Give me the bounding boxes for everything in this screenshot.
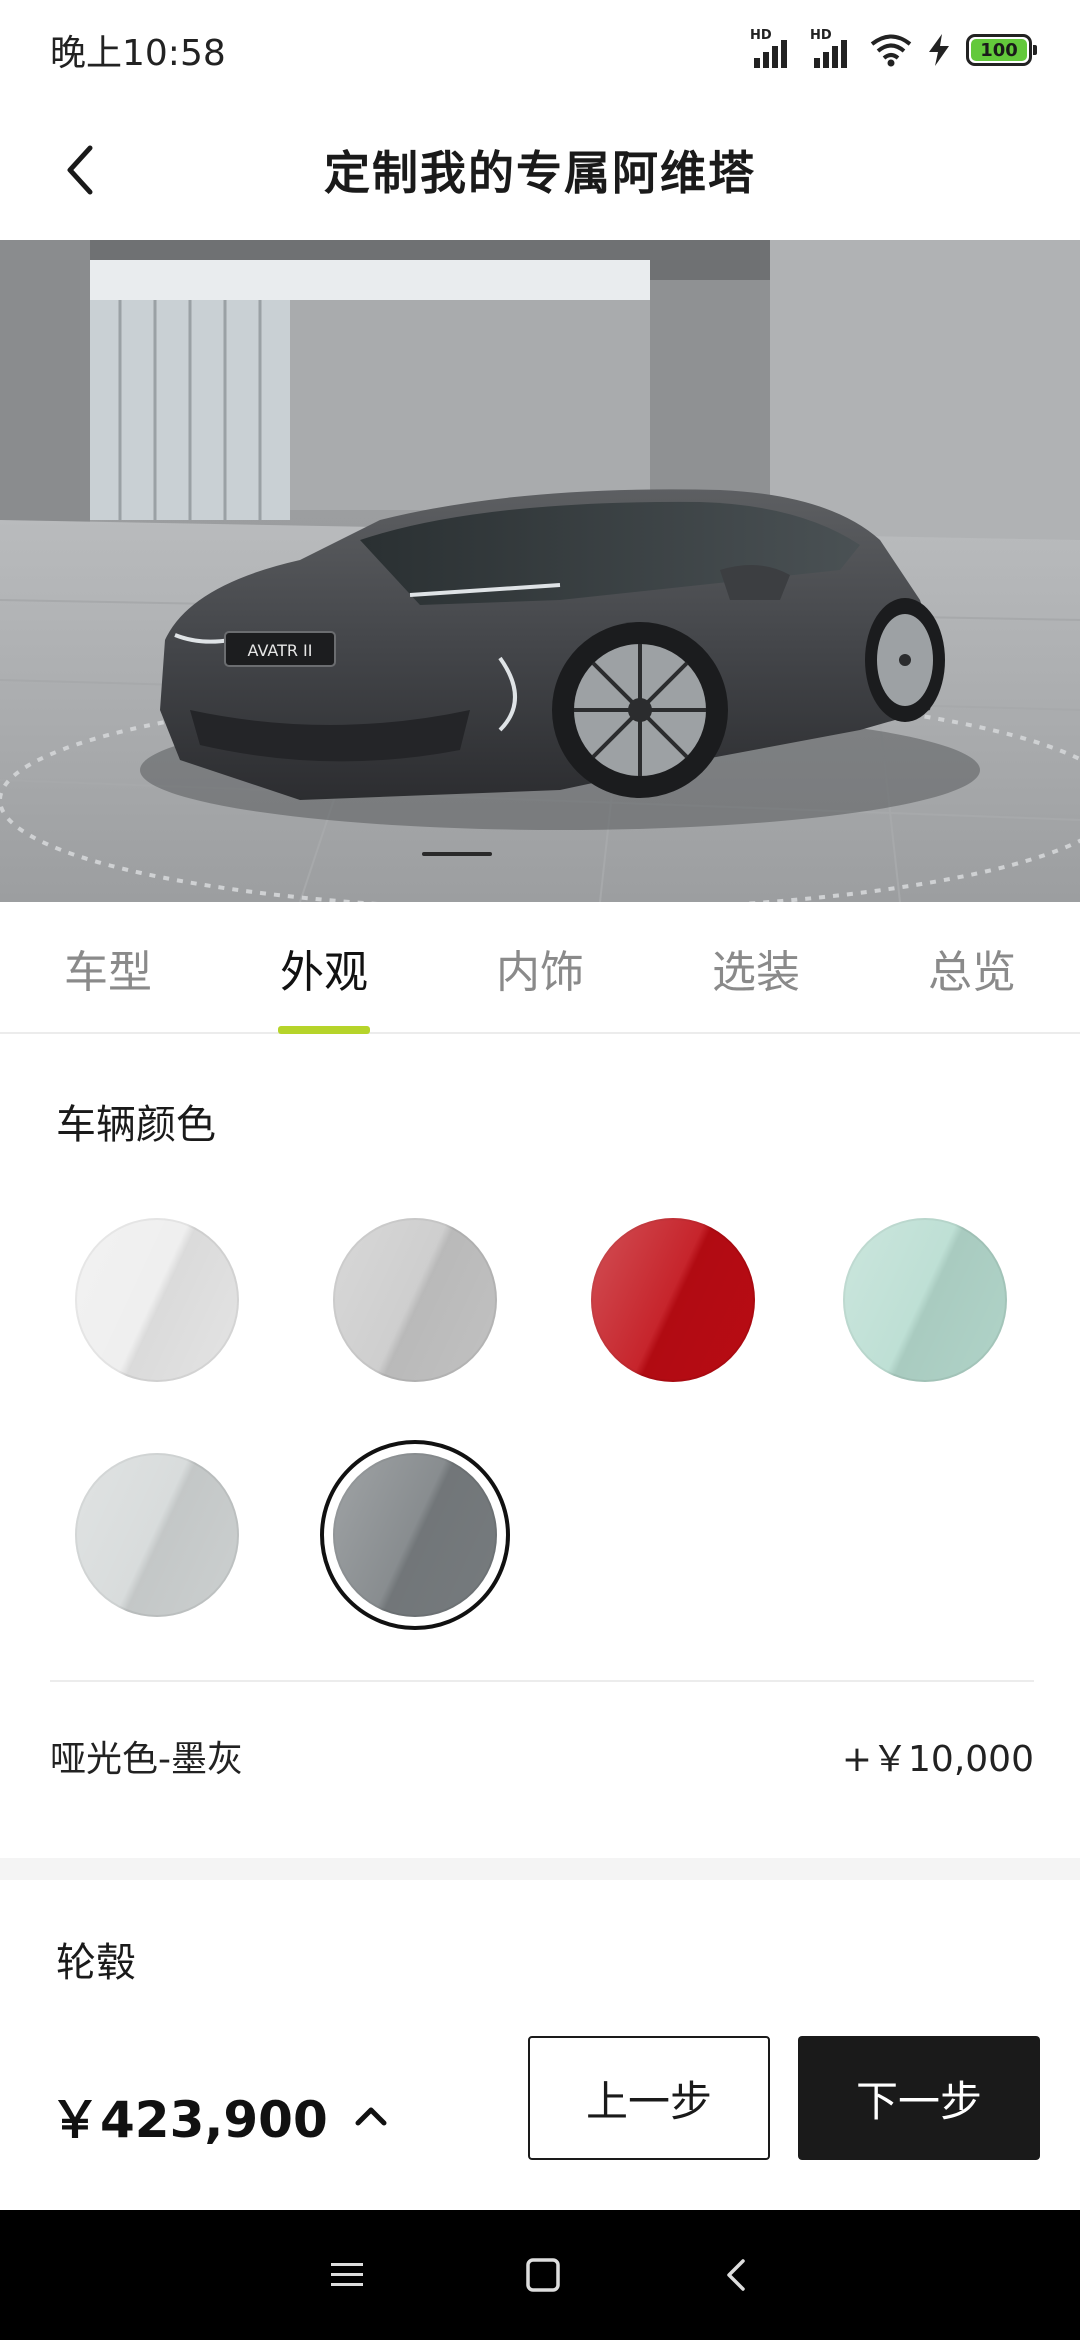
selected-color-name: 哑光色-墨灰 — [50, 1739, 243, 1780]
color-swatch-pale-grey[interactable] — [75, 1453, 239, 1617]
page-title: 定制我的专属阿维塔 — [324, 146, 756, 200]
divider — [50, 1680, 1034, 1682]
color-swatch-ink-grey[interactable] — [333, 1453, 497, 1617]
rear-wheel — [865, 598, 945, 722]
menu-icon[interactable] — [329, 2260, 365, 2290]
wheels-section-title: 轮毂 — [56, 1940, 136, 1986]
color-swatch-mint[interactable] — [843, 1218, 1007, 1382]
color-section-title: 车辆颜色 — [56, 1102, 216, 1148]
selected-color-price: +￥10,000 — [841, 1739, 1034, 1780]
swatch-shine — [591, 1218, 755, 1382]
chevron-up-icon — [355, 2107, 387, 2126]
status-icons: HD HD 100 — [750, 28, 1037, 70]
tab-options[interactable]: 选装 — [710, 902, 802, 1034]
config-tabs: 车型 外观 内饰 选装 总览 — [0, 902, 1080, 1034]
swatch-shine — [75, 1453, 239, 1617]
swatch-shine — [333, 1218, 497, 1382]
tab-overview[interactable]: 总览 — [926, 902, 1018, 1034]
color-swatch-white[interactable] — [75, 1218, 239, 1382]
signal-icon: HD — [750, 28, 796, 70]
swatch-shine — [843, 1218, 1007, 1382]
home-icon[interactable] — [525, 2257, 561, 2293]
selected-color-row: 哑光色-墨灰 +￥10,000 — [50, 1730, 1034, 1782]
car-preview-image[interactable]: AVATR II — [0, 240, 1080, 902]
swatch-shine — [75, 1218, 239, 1382]
bottom-action-bar: ￥423,900 上一步 下一步 — [0, 2020, 1080, 2210]
next-step-button[interactable]: 下一步 — [798, 2036, 1040, 2160]
swatch-shine — [333, 1453, 497, 1617]
tab-model[interactable]: 车型 — [62, 902, 154, 1034]
back-nav-icon[interactable] — [721, 2257, 751, 2293]
color-swatch-silver[interactable] — [333, 1218, 497, 1382]
wifi-icon — [870, 34, 912, 67]
front-wheel — [552, 622, 728, 798]
status-bar: 晚上10:58 HD HD 100 — [0, 0, 1080, 100]
carousel-indicator — [422, 852, 492, 856]
system-nav-bar — [0, 2210, 1080, 2340]
tab-interior[interactable]: 内饰 — [494, 902, 586, 1034]
app-header: 定制我的专属阿维塔 — [0, 100, 1080, 240]
section-separator — [0, 1858, 1080, 1880]
battery-level: 100 — [971, 39, 1027, 61]
car-scene-illustration: AVATR II — [0, 240, 1080, 902]
previous-step-button[interactable]: 上一步 — [528, 2036, 770, 2160]
status-time: 晚上10:58 — [50, 33, 226, 74]
total-price-toggle[interactable]: ￥423,900 — [50, 2056, 388, 2176]
charging-icon — [929, 34, 949, 66]
car-badge: AVATR II — [248, 641, 313, 660]
back-button[interactable] — [40, 130, 120, 210]
tab-exterior[interactable]: 外观 — [278, 902, 370, 1034]
color-swatch-red[interactable] — [591, 1218, 755, 1382]
total-price: ￥423,900 — [50, 2091, 328, 2149]
signal-icon-2: HD — [810, 28, 856, 70]
chevron-left-icon — [67, 145, 93, 195]
battery-icon: 100 — [966, 34, 1037, 66]
